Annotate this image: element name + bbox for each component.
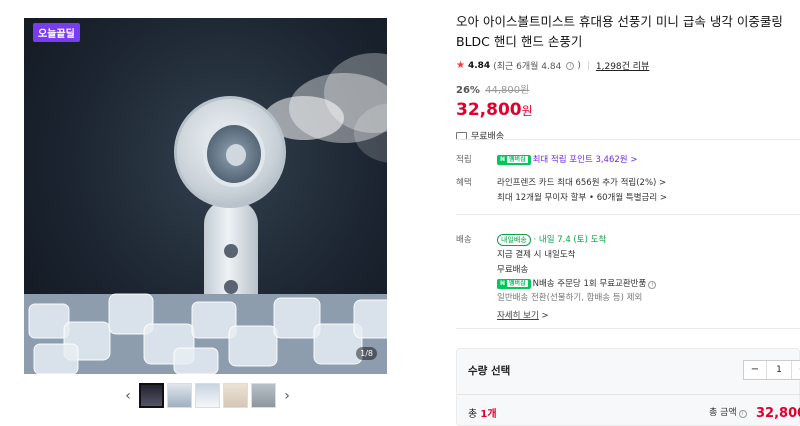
exclude-text: 일반배송 전환(선물하기, 합배송 등) 제외 [497, 293, 643, 303]
image-counter: 1/8 [356, 347, 377, 360]
chevron-right-icon: > [630, 155, 638, 165]
quantity-decrease-button[interactable]: − [744, 361, 766, 379]
discount-row: 26% 44,800원 [456, 81, 800, 96]
chevron-right-icon: > [659, 193, 667, 203]
section-divider [456, 328, 800, 329]
fan-button-dot [224, 244, 238, 258]
ice-cubes-illustration [24, 293, 387, 374]
npay-badge: N 멤버십 [497, 154, 531, 165]
quantity-increase-button[interactable]: + [792, 361, 800, 379]
price-unit: 원 [521, 104, 533, 118]
title-line-1: 오아 아이스볼트미스트 휴대용 선풍기 미니 급속 냉각 이중쿨링 [456, 14, 783, 29]
delivery-line2-text: 지금 결제 시 내일도착 [497, 250, 576, 260]
deal-badge: 오늘끝딜 [33, 23, 80, 42]
npay-badge-text: N [500, 155, 506, 163]
detail-link-text: 자세히 보기 [497, 311, 539, 321]
thumbnail-strip: ‹ › [120, 383, 295, 408]
express-badge: 내일배송 [497, 234, 531, 246]
card-benefit-text: 라인프렌즈 카드 최대 656원 추가 적립(2%) [497, 178, 657, 188]
star-icon: ★ [456, 60, 465, 71]
installment-text: 최대 12개월 무이자 할부 • 60개월 특별금리 [497, 193, 658, 203]
delivery-express: 내일배송 · 내일 7.4 (토) 도착 [497, 232, 606, 248]
npay-badge-text: N [500, 279, 506, 287]
fan-head [174, 96, 286, 208]
quantity-panel: 수량 선택 − 1 + 총 1개 총 금액i 32,800원 [456, 348, 800, 426]
quantity-label: 수량 선택 [468, 365, 511, 377]
total-label-text: 총 금액 [709, 408, 737, 418]
total-count: 총 1개 [468, 405, 497, 420]
card-benefit[interactable]: 라인프렌즈 카드 최대 656원 추가 적립(2%) > [497, 175, 666, 191]
npay-badge: N 멤버십 [497, 278, 531, 289]
mist-illustration [264, 53, 387, 163]
total-price: 32,800원 [756, 406, 800, 421]
thumbnail[interactable] [251, 383, 276, 408]
thumbnail[interactable] [139, 383, 164, 408]
product-info: 오아 아이스볼트미스트 휴대용 선풍기 미니 급속 냉각 이중쿨링 BLDC 핸… [456, 12, 800, 142]
section-divider [457, 394, 800, 395]
return-text: N배송 주문당 1회 무료교환반품 [532, 279, 647, 289]
installment-benefit[interactable]: 최대 12개월 무이자 할부 • 60개월 특별금리 > [497, 190, 667, 206]
section-divider [456, 139, 800, 140]
fan-grille [203, 121, 265, 187]
npay-membership-text: 멤버십 [507, 279, 528, 287]
rating-score: 4.84 [467, 60, 491, 71]
total-count-value: 1개 [480, 409, 497, 420]
delivery-label: 배송 [456, 235, 472, 245]
chevron-right-icon: > [659, 178, 667, 188]
detail-link[interactable]: 자세히 보기 > [497, 308, 549, 324]
rating-recent: (최근 6개월 4.84 [493, 62, 562, 72]
shipping-text: 무료배송 [471, 132, 505, 142]
fan-core [226, 144, 246, 166]
benefit-label: 혜택 [456, 178, 472, 188]
npay-membership-text: 멤버십 [507, 155, 528, 163]
chevron-right-icon: > [541, 311, 549, 321]
quantity-input[interactable]: 1 [766, 361, 792, 379]
sale-price: 32,800원 [456, 100, 800, 120]
divider: | [586, 60, 590, 71]
total-prefix: 총 [468, 409, 481, 420]
points-label: 적립 [456, 155, 472, 165]
original-price: 44,800원 [485, 85, 530, 96]
rating-row: ★ 4.84 (최근 6개월 4.84 i) | 1,298건 리뷰 [456, 59, 800, 72]
thumbnail[interactable] [223, 383, 248, 408]
section-divider [456, 214, 800, 215]
quantity-stepper: − 1 + [743, 360, 800, 380]
points-text: 최대 적립 포인트 3,462원 [532, 155, 628, 165]
thumbnail[interactable] [167, 383, 192, 408]
product-title: 오아 아이스볼트미스트 휴대용 선풍기 미니 급속 냉각 이중쿨링 BLDC 핸… [456, 12, 800, 52]
info-icon[interactable]: i [566, 61, 575, 70]
title-line-2: BLDC 핸디 핸드 손풍기 [456, 34, 583, 49]
chevron-left-icon[interactable]: ‹ [120, 388, 136, 404]
info-icon[interactable]: i [738, 410, 747, 418]
info-icon[interactable]: i [648, 281, 657, 289]
price-value: 32,800 [456, 100, 522, 120]
rating-close: ) [577, 60, 581, 71]
review-count-link[interactable]: 1,298건 리뷰 [596, 59, 649, 72]
discount-rate: 26% [456, 85, 480, 96]
chevron-right-icon[interactable]: › [279, 388, 295, 404]
product-main-image[interactable]: 오늘끝딜 1/8 [24, 18, 387, 374]
thumbnail[interactable] [195, 383, 220, 408]
total-price-label: 총 금액 i [709, 405, 747, 418]
express-text: · 내일 7.4 (토) 도착 [533, 235, 607, 245]
shipping-row: 무료배송 [456, 129, 800, 142]
points-value[interactable]: N 멤버십 최대 적립 포인트 3,462원 > [497, 152, 637, 168]
